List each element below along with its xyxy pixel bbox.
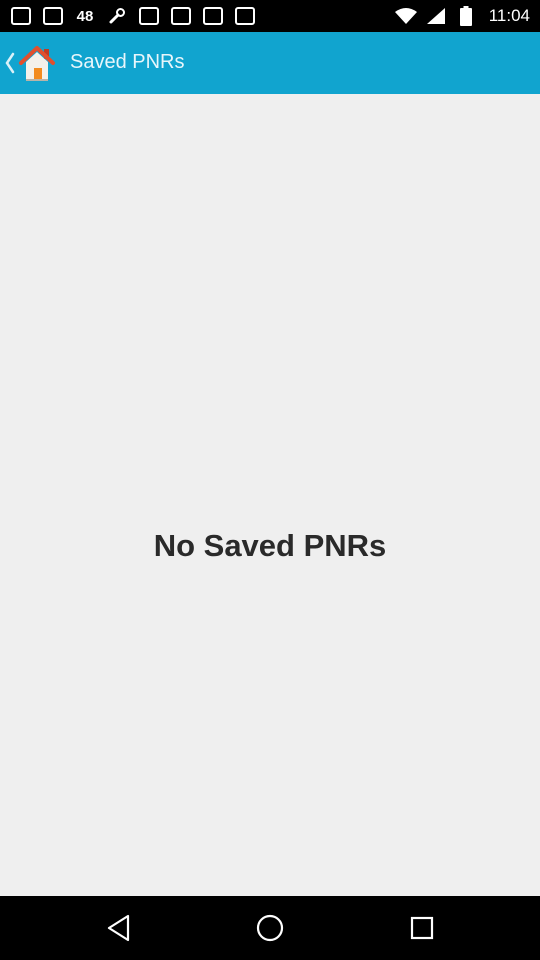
home-icon[interactable] (16, 42, 58, 84)
status-bar: 48 11:04 (0, 0, 540, 32)
page-title: Saved PNRs (70, 51, 185, 73)
clock: 11:04 (488, 6, 530, 25)
notification-icon (170, 6, 192, 26)
badge-icon: 48 (76, 7, 94, 25)
signal-icon (425, 6, 447, 26)
battery-icon (455, 6, 477, 26)
home-circle-icon[interactable] (254, 912, 286, 944)
notification-icon (10, 6, 32, 26)
notification-icons: 48 (10, 5, 256, 27)
chevron-left-icon[interactable] (4, 52, 16, 74)
back-icon[interactable] (103, 912, 135, 944)
recents-icon[interactable] (406, 912, 438, 944)
app-bar: Saved PNRs (0, 32, 540, 94)
notification-icon (234, 6, 256, 26)
system-icons: 11:04 (394, 5, 530, 27)
navigation-bar (0, 896, 540, 960)
wifi-icon (394, 6, 417, 26)
notification-icon (202, 6, 224, 26)
wrench-icon (106, 6, 128, 26)
empty-state-message: No Saved PNRs (153, 528, 387, 563)
notification-icon (138, 6, 160, 26)
notification-icon (42, 6, 64, 26)
